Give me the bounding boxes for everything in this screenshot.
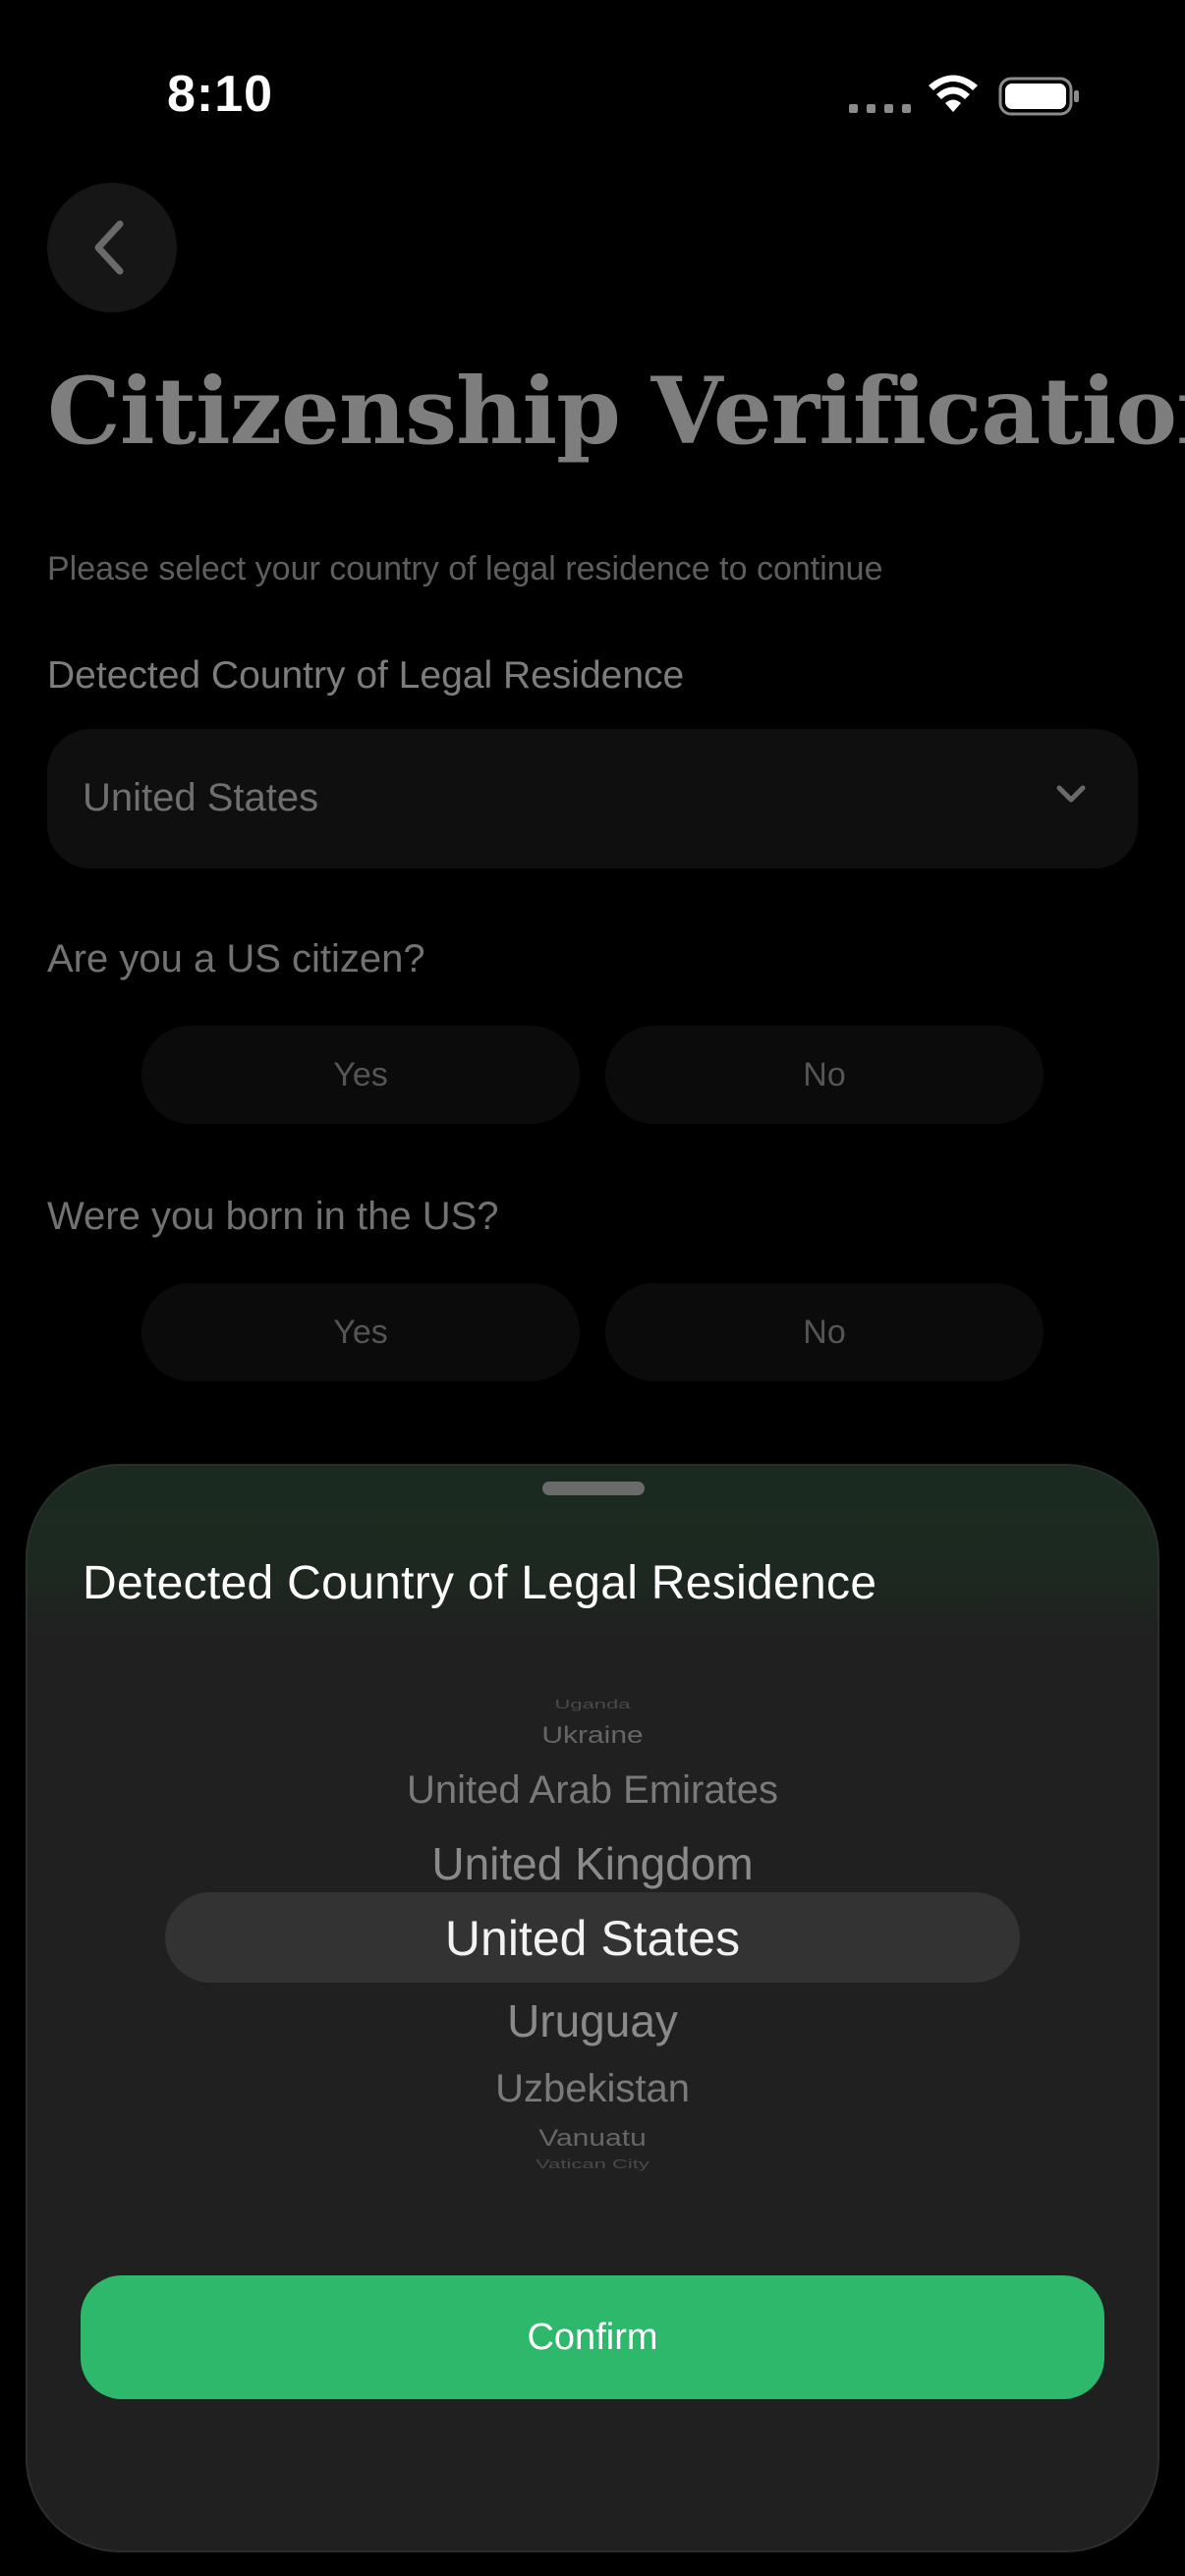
picker-item[interactable]: Uruguay (28, 1994, 1157, 2047)
born-in-us-yes-button[interactable]: Yes (141, 1283, 580, 1381)
sheet-title: Detected Country of Legal Residence (83, 1557, 877, 1609)
picker-item-selected[interactable]: United States (28, 1910, 1157, 1967)
page-subtitle: Please select your country of legal resi… (47, 550, 883, 588)
battery-icon (998, 77, 1079, 116)
status-time: 8:10 (167, 66, 274, 123)
picker-item[interactable]: Vanuatu (28, 2125, 1157, 2152)
signal-icon (849, 104, 911, 113)
country-select-value: United States (83, 776, 319, 819)
country-picker-sheet: Detected Country of Legal Residence Ugan… (26, 1464, 1159, 2552)
chevron-down-icon (1056, 785, 1086, 803)
picker-item[interactable]: Uzbekistan (28, 2067, 1157, 2111)
born-in-us-question: Were you born in the US? (47, 1195, 499, 1238)
us-citizen-yes-button[interactable]: Yes (141, 1026, 580, 1124)
us-citizen-no-button[interactable]: No (605, 1026, 1044, 1124)
born-in-us-no-button[interactable]: No (605, 1283, 1044, 1381)
country-select[interactable]: United States (47, 729, 1138, 868)
picker-item[interactable]: Uganda (28, 1697, 1157, 1712)
country-field-label: Detected Country of Legal Residence (47, 654, 685, 697)
picker-item[interactable]: Vatican City (28, 2156, 1157, 2172)
status-bar: 8:10 (0, 0, 1185, 187)
country-picker-wheel[interactable]: Uganda Ukraine United Arab Emirates Unit… (28, 1682, 1157, 2193)
wifi-icon (929, 75, 978, 112)
picker-item[interactable]: United Kingdom (28, 1837, 1157, 1890)
page-title: Citizenship Verification (47, 358, 1185, 466)
chevron-left-icon (94, 220, 124, 275)
back-button[interactable] (47, 183, 177, 312)
picker-item[interactable]: Ukraine (28, 1722, 1157, 1749)
confirm-button[interactable]: Confirm (81, 2275, 1104, 2399)
us-citizen-question: Are you a US citizen? (47, 937, 425, 980)
sheet-drag-handle[interactable] (542, 1482, 645, 1495)
picker-item[interactable]: United Arab Emirates (28, 1768, 1157, 1813)
